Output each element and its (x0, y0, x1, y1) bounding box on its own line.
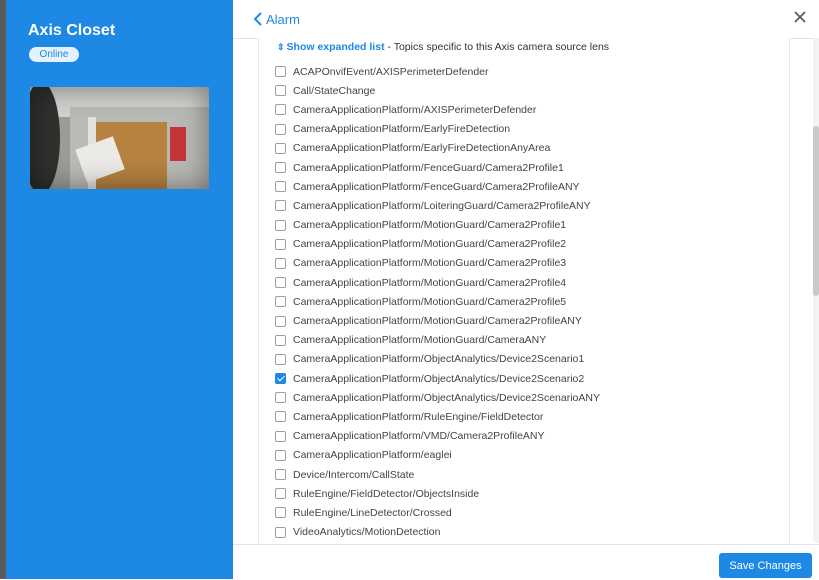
topic-checkbox[interactable] (275, 469, 286, 481)
topic-item[interactable]: CameraApplicationPlatform/FenceGuard/Cam… (275, 177, 785, 196)
topic-item[interactable]: CameraApplicationPlatform/MotionGuard/Ca… (275, 254, 785, 273)
topic-item[interactable]: CameraApplicationPlatform/MotionGuard/Ca… (275, 292, 785, 311)
topic-checkbox[interactable] (275, 200, 286, 212)
topic-item[interactable]: VideoAnalytics/MotionDetection (275, 523, 785, 542)
topic-item[interactable]: CameraApplicationPlatform/EarlyFireDetec… (275, 120, 785, 139)
topic-label: CameraApplicationPlatform/MotionGuard/Ca… (293, 334, 547, 347)
topic-label: CameraApplicationPlatform/ObjectAnalytic… (293, 353, 585, 366)
topic-label: CameraApplicationPlatform/VMD/Camera2Pro… (293, 430, 545, 443)
topic-item[interactable]: CameraApplicationPlatform/FenceGuard/Cam… (275, 158, 785, 177)
topic-item[interactable]: CameraApplicationPlatform/ObjectAnalytic… (275, 388, 785, 407)
topic-checkbox[interactable] (275, 238, 286, 250)
save-changes-button[interactable]: Save Changes (719, 553, 812, 578)
topic-label: Call/StateChange (293, 84, 376, 97)
status-badge: Online (29, 47, 79, 62)
chevron-left-icon (253, 12, 262, 26)
topic-label: CameraApplicationPlatform/eaglei (293, 449, 452, 462)
topic-checkbox[interactable] (275, 526, 286, 538)
back-button[interactable]: Alarm (253, 9, 300, 29)
topic-label: CameraApplicationPlatform/ObjectAnalytic… (293, 372, 585, 385)
topic-checkbox[interactable] (275, 66, 286, 78)
topic-label: CameraApplicationPlatform/ObjectAnalytic… (293, 391, 600, 404)
topic-item[interactable]: ACAPOnvifEvent/AXISPerimeterDefender (275, 62, 785, 81)
topic-label: RuleEngine/FieldDetector/ObjectsInside (293, 487, 480, 500)
close-icon[interactable] (793, 10, 807, 24)
topic-item[interactable]: Device/Intercom/CallState (275, 465, 785, 484)
topic-checkbox[interactable] (275, 334, 286, 346)
topic-label: ACAPOnvifEvent/AXISPerimeterDefender (293, 65, 489, 78)
topic-checkbox[interactable] (275, 430, 286, 442)
topic-item[interactable]: CameraApplicationPlatform/ObjectAnalytic… (275, 350, 785, 369)
panel-header: Alarm (233, 0, 819, 39)
topic-label: CameraApplicationPlatform/MotionGuard/Ca… (293, 295, 567, 308)
topic-label: CameraApplicationPlatform/RuleEngine/Fie… (293, 410, 544, 423)
topic-item[interactable]: CameraApplicationPlatform/EarlyFireDetec… (275, 139, 785, 158)
scrollbar[interactable] (813, 38, 819, 543)
topic-checkbox[interactable] (275, 411, 286, 423)
topic-checkbox[interactable] (275, 219, 286, 231)
topic-label: CameraApplicationPlatform/MotionGuard/Ca… (293, 257, 567, 270)
topic-label: CameraApplicationPlatform/MotionGuard/Ca… (293, 219, 567, 232)
topic-label: CameraApplicationPlatform/MotionGuard/Ca… (293, 276, 567, 289)
topic-label: RuleEngine/LineDetector/Crossed (293, 506, 452, 519)
topic-checkbox[interactable] (275, 353, 286, 365)
panel-footer: Save Changes (233, 544, 819, 580)
topic-checkbox[interactable] (275, 277, 286, 289)
topic-item[interactable]: CameraApplicationPlatform/MotionGuard/Ca… (275, 331, 785, 350)
topic-checkbox[interactable] (275, 142, 286, 154)
topic-checkbox[interactable] (275, 449, 286, 461)
topic-checkbox[interactable] (275, 104, 286, 116)
topic-item[interactable]: CameraApplicationPlatform/MotionGuard/Ca… (275, 216, 785, 235)
topic-item[interactable]: CameraApplicationPlatform/eaglei (275, 446, 785, 465)
topic-checkbox[interactable] (275, 296, 286, 308)
topic-label: CameraApplicationPlatform/MotionGuard/Ca… (293, 238, 567, 251)
topic-label: Device/Intercom/CallState (293, 468, 415, 481)
camera-sidebar: Axis Closet Online (6, 0, 233, 579)
topic-list: ACAPOnvifEvent/AXISPerimeterDefender Call… (275, 62, 785, 542)
topic-item[interactable]: RuleEngine/FieldDetector/ObjectsInside (275, 484, 785, 503)
topic-checkbox[interactable] (275, 181, 286, 193)
sort-arrows-icon: ⇕ (277, 42, 285, 52)
topic-item[interactable]: CameraApplicationPlatform/LoiteringGuard… (275, 196, 785, 215)
topic-item[interactable]: Call/StateChange (275, 81, 785, 100)
show-expanded-list-label: Show expanded list (286, 41, 385, 53)
topic-item[interactable]: CameraApplicationPlatform/RuleEngine/Fie… (275, 407, 785, 426)
topic-label: CameraApplicationPlatform/FenceGuard/Cam… (293, 161, 564, 174)
scrollbar-thumb[interactable] (813, 126, 819, 296)
topic-checkbox[interactable] (275, 488, 286, 500)
topic-checkbox[interactable] (275, 257, 286, 269)
topic-label: CameraApplicationPlatform/EarlyFireDetec… (293, 142, 551, 155)
show-expanded-list-link[interactable]: ⇕ Show expanded list (277, 41, 385, 53)
topic-item[interactable]: CameraApplicationPlatform/MotionGuard/Ca… (275, 273, 785, 292)
topic-label: CameraApplicationPlatform/MotionGuard/Ca… (293, 315, 582, 328)
expanded-list-row: ⇕ Show expanded list - Topics specific to… (277, 41, 609, 53)
expanded-list-description: - Topics specific to this Axis camera so… (384, 41, 610, 53)
topic-checkbox[interactable] (275, 507, 286, 519)
topic-label: CameraApplicationPlatform/FenceGuard/Cam… (293, 180, 580, 193)
topic-item[interactable]: CameraApplicationPlatform/AXISPerimeterD… (275, 100, 785, 119)
camera-name: Axis Closet (28, 22, 116, 39)
topic-label: CameraApplicationPlatform/LoiteringGuard… (293, 199, 591, 212)
topic-label: CameraApplicationPlatform/AXISPerimeterD… (293, 103, 537, 116)
back-label: Alarm (266, 11, 300, 27)
topic-checkbox[interactable] (275, 373, 286, 385)
topic-item[interactable]: CameraApplicationPlatform/MotionGuard/Ca… (275, 235, 785, 254)
topic-item[interactable]: RuleEngine/LineDetector/Crossed (275, 503, 785, 522)
topic-item[interactable]: CameraApplicationPlatform/VMD/Camera2Pro… (275, 427, 785, 446)
topic-label: CameraApplicationPlatform/EarlyFireDetec… (293, 123, 511, 136)
topic-checkbox[interactable] (275, 123, 286, 135)
topic-item[interactable]: CameraApplicationPlatform/MotionGuard/Ca… (275, 311, 785, 330)
topic-label: VideoAnalytics/MotionDetection (293, 526, 441, 539)
topic-checkbox[interactable] (275, 162, 286, 174)
topic-checkbox[interactable] (275, 315, 286, 327)
topic-checkbox[interactable] (275, 85, 286, 97)
topic-item[interactable]: CameraApplicationPlatform/ObjectAnalytic… (275, 369, 785, 388)
topic-selection-panel: ⇕ Show expanded list - Topics specific to… (258, 38, 790, 543)
camera-thumbnail[interactable] (30, 87, 209, 189)
topic-checkbox[interactable] (275, 392, 286, 404)
